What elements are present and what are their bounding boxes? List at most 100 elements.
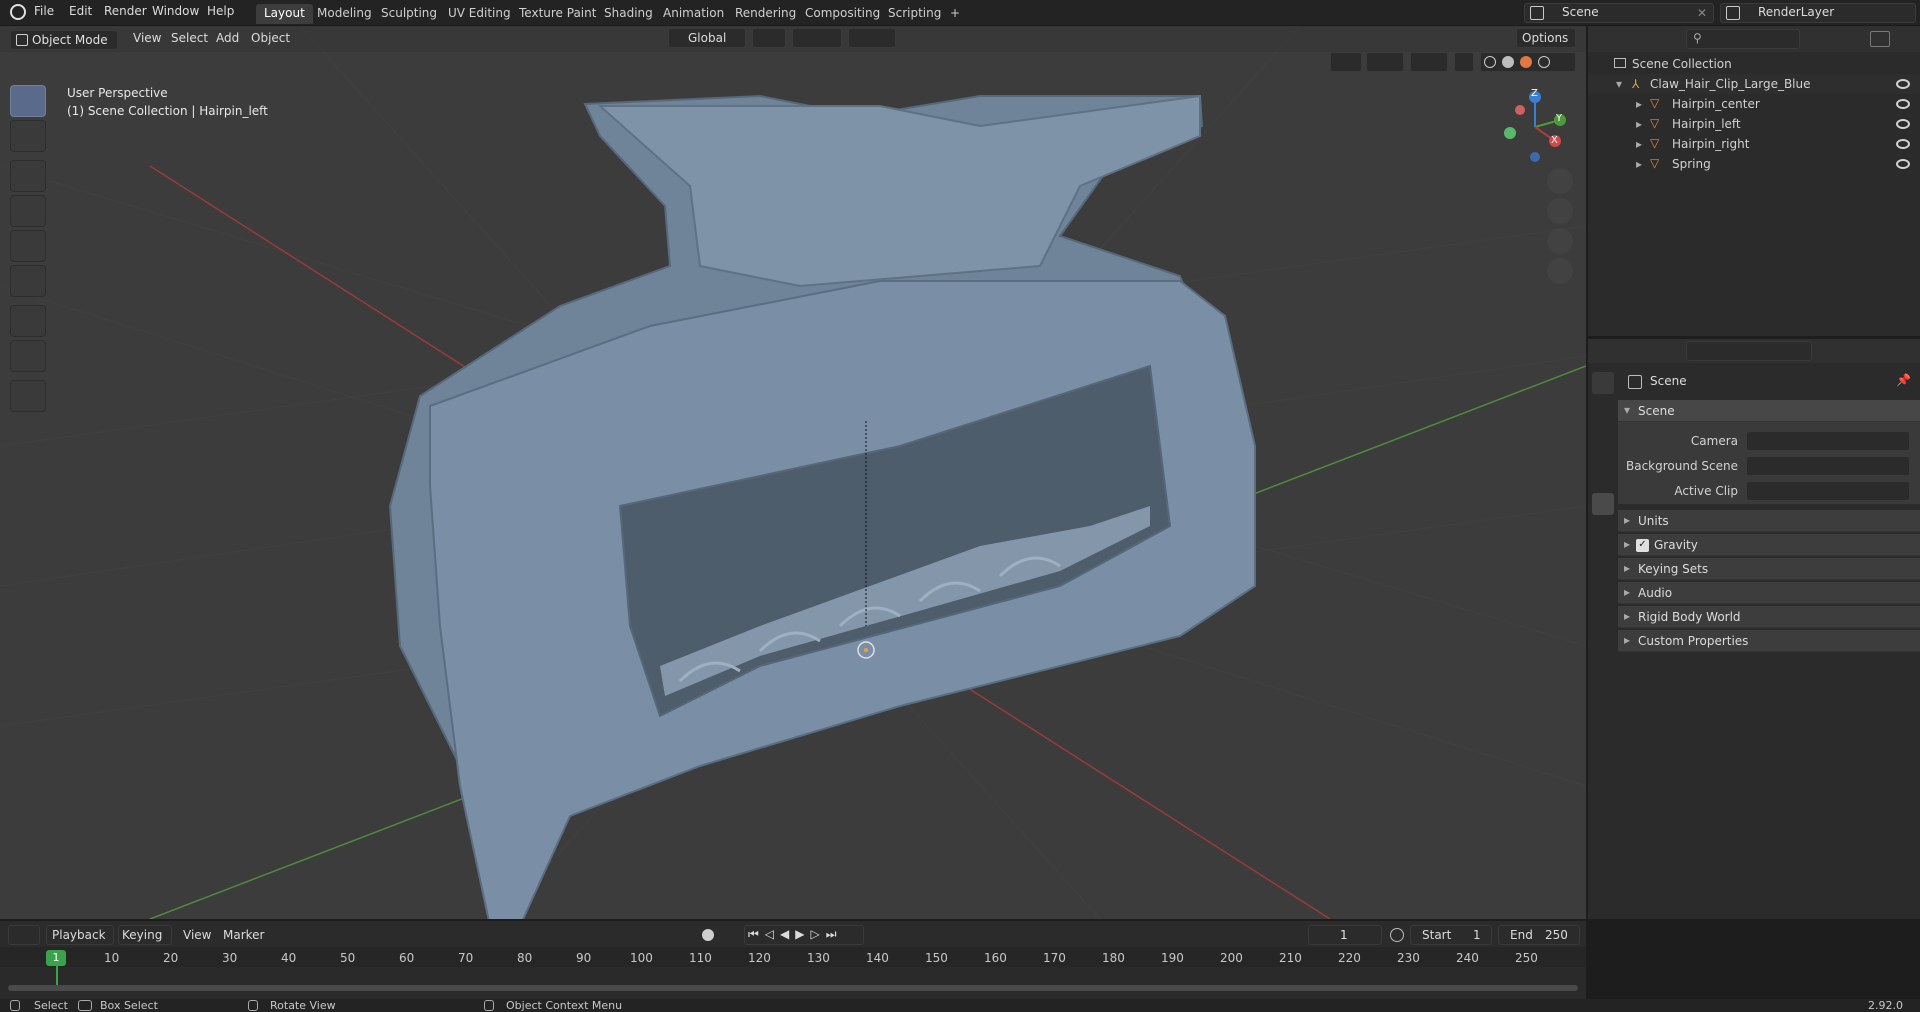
eye-icon[interactable] (1896, 79, 1910, 89)
tab-modeling[interactable]: Modeling (309, 4, 380, 24)
blender-logo-icon[interactable] (10, 4, 26, 20)
particles-tab-icon[interactable] (1592, 614, 1614, 636)
scene-selector[interactable] (1524, 3, 1714, 23)
camera-view-icon[interactable] (1547, 228, 1573, 254)
record-icon[interactable] (702, 929, 714, 941)
menu-select[interactable]: Select (165, 30, 214, 48)
view-layer-tab-icon[interactable] (1592, 465, 1614, 487)
tab-compositing[interactable]: Compositing (797, 4, 888, 24)
marker-menu[interactable]: Marker (223, 928, 264, 942)
menu-add[interactable]: Add (210, 30, 245, 48)
gizmo-toggle[interactable] (1366, 52, 1404, 72)
scale-icon[interactable] (10, 230, 46, 262)
custom-properties-panel[interactable]: ▸ Custom Properties (1618, 630, 1920, 652)
chevron-right-icon[interactable]: ▸ (1636, 97, 1642, 111)
eye-icon[interactable] (1896, 159, 1910, 169)
menu-render[interactable]: Render (104, 4, 147, 18)
ortho-toggle-icon[interactable] (1547, 258, 1573, 284)
outliner-search-input[interactable] (1686, 29, 1800, 49)
add-cube-icon[interactable] (10, 380, 46, 412)
audio-panel[interactable]: ▸ Audio (1618, 582, 1920, 604)
eye-icon[interactable] (1896, 119, 1910, 129)
render-tab-icon[interactable] (1592, 408, 1614, 430)
outliner-row-hairpin-left[interactable]: ▸ ▽ Hairpin_left (1588, 114, 1920, 134)
move-icon[interactable] (10, 160, 46, 192)
chevron-right-icon[interactable]: ▸ (1636, 137, 1642, 151)
chevron-right-icon[interactable]: ▸ (1636, 157, 1642, 171)
menu-view[interactable]: View (127, 30, 167, 48)
menu-help[interactable]: Help (207, 4, 234, 18)
physics-tab-icon[interactable] (1592, 642, 1614, 664)
transport-icons[interactable]: ⏮◁◀▶▷⏭ (748, 927, 843, 942)
active-clip-field[interactable] (1746, 481, 1910, 501)
chevron-down-icon[interactable]: ▾ (1616, 77, 1622, 91)
snap-toggle[interactable] (792, 28, 842, 48)
solid-shading-icon[interactable] (1502, 56, 1514, 68)
clock-icon[interactable] (1390, 928, 1404, 942)
menu-edit[interactable]: Edit (69, 4, 92, 18)
gravity-checkbox[interactable]: ✓ (1636, 539, 1649, 552)
tab-shading[interactable]: Shading (596, 4, 661, 24)
texture-tab-icon[interactable] (1592, 762, 1614, 784)
measure-icon[interactable] (10, 340, 46, 372)
tool-settings-tab-icon[interactable] (1592, 372, 1614, 394)
wireframe-shading-icon[interactable] (1484, 56, 1496, 68)
world-tab-icon[interactable] (1592, 522, 1614, 544)
tab-sculpting[interactable]: Sculpting (373, 4, 445, 24)
object-tab-icon[interactable] (1592, 558, 1614, 580)
annotate-icon[interactable] (10, 305, 46, 337)
rigid-body-world-panel[interactable]: ▸ Rigid Body World (1618, 606, 1920, 628)
menu-object[interactable]: Object (245, 30, 296, 48)
modifier-tab-icon[interactable] (1592, 586, 1614, 608)
units-panel[interactable]: ▸ Units (1618, 510, 1920, 532)
scene-section-header[interactable]: ▾ Scene (1618, 400, 1920, 422)
data-tab-icon[interactable] (1592, 698, 1614, 720)
scene-tab-icon[interactable] (1592, 493, 1614, 515)
playhead-marker[interactable]: 1 (46, 950, 66, 966)
proportional-editing-toggle[interactable] (848, 28, 896, 48)
tab-animation[interactable]: Animation (655, 4, 732, 24)
camera-field[interactable] (1746, 431, 1910, 451)
pin-icon[interactable]: 📌 (1896, 373, 1911, 387)
pan-hand-icon[interactable] (1547, 198, 1573, 224)
gravity-panel[interactable]: ▸ ✓ Gravity (1618, 534, 1920, 556)
editor-type-dropdown[interactable] (8, 925, 40, 945)
outliner-row-spring[interactable]: ▸ ▽ Spring (1588, 154, 1920, 174)
rendered-shading-icon[interactable] (1538, 56, 1550, 68)
timeline-track-area[interactable] (0, 967, 1586, 997)
hair-clip-model[interactable] (388, 94, 1256, 919)
zoom-icon[interactable] (1547, 168, 1573, 194)
tab-layout[interactable]: Layout (256, 4, 313, 24)
output-tab-icon[interactable] (1592, 436, 1614, 458)
visibility-dropdown[interactable] (1330, 52, 1362, 72)
chevron-right-icon[interactable]: ▸ (1636, 117, 1642, 131)
background-scene-field[interactable] (1746, 456, 1910, 476)
eye-icon[interactable] (1896, 139, 1910, 149)
menu-file[interactable]: File (34, 4, 54, 18)
material-tab-icon[interactable] (1592, 726, 1614, 748)
constraints-tab-icon[interactable] (1592, 670, 1614, 692)
outliner-row-hairpin-right[interactable]: ▸ ▽ Hairpin_right (1588, 134, 1920, 154)
eye-icon[interactable] (1896, 99, 1910, 109)
filter-icon[interactable] (1870, 31, 1890, 47)
tab-rendering[interactable]: Rendering (727, 4, 804, 24)
tab-scripting[interactable]: Scripting (880, 4, 949, 24)
timeline-scrollbar[interactable] (8, 985, 1578, 991)
outliner-row-hairpin-center[interactable]: ▸ ▽ Hairpin_center (1588, 94, 1920, 114)
pivot-point-dropdown[interactable] (752, 28, 786, 48)
tab-uv-editing[interactable]: UV Editing (440, 4, 519, 24)
close-icon[interactable]: ✕ (1697, 6, 1707, 20)
transform-icon[interactable] (10, 265, 46, 297)
add-workspace-button[interactable]: + (942, 4, 968, 24)
tab-texture-paint[interactable]: Texture Paint (511, 4, 604, 24)
timeline-view-menu[interactable]: View (183, 928, 211, 942)
properties-search-input[interactable] (1686, 341, 1812, 361)
cursor-icon[interactable] (10, 120, 46, 152)
menu-window[interactable]: Window (152, 4, 199, 18)
3d-viewport[interactable] (0, 26, 1586, 919)
outliner-row-scene-collection[interactable]: Scene Collection (1588, 54, 1920, 74)
overlay-toggle[interactable] (1410, 52, 1448, 72)
rotate-icon[interactable] (10, 195, 46, 227)
select-box-icon[interactable] (10, 85, 46, 117)
xray-toggle[interactable] (1454, 52, 1474, 72)
